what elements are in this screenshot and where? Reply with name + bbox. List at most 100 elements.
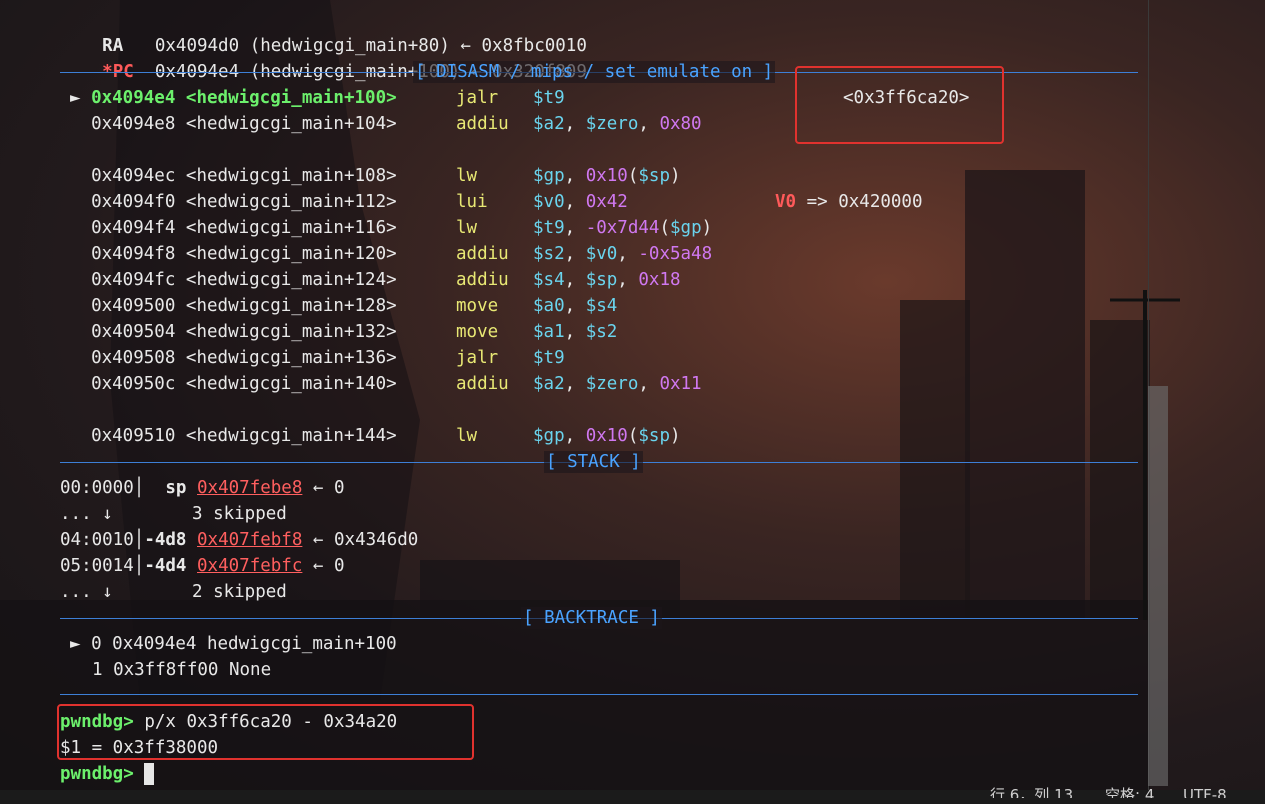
operand: ( — [659, 218, 670, 238]
operand: -0x5a48 — [638, 244, 713, 264]
operand: ) — [701, 218, 713, 238]
instruction-symbol: <hedwigcgi_main+100> — [185, 88, 397, 108]
console-input-line[interactable]: pwndbg> — [60, 761, 155, 787]
operand: 0x80 — [659, 114, 702, 134]
instruction-mnemonic: addiu — [456, 244, 509, 264]
instruction-mnemonic: addiu — [456, 374, 509, 394]
instruction-symbol: <hedwigcgi_main+128> — [185, 296, 397, 316]
stack-row: ... ↓ 2 skipped — [60, 579, 287, 605]
annotation-register: V0 — [775, 192, 797, 212]
disasm-row: 0x4094f4 <hedwigcgi_main+116> lw $t9, -0x7… — [70, 215, 712, 241]
instruction-mnemonic: lw — [456, 426, 478, 446]
instruction-address: 0x409510 — [91, 426, 176, 446]
arrow-icon: ← — [312, 530, 324, 550]
instruction-operands: $t9 — [533, 85, 565, 111]
stack-offset: sp — [144, 478, 187, 498]
operand: , — [638, 114, 660, 134]
arrow-icon: ← — [312, 478, 324, 498]
section-title-disasm: [ DISASM / mips / set emulate on ] — [413, 61, 776, 83]
current-instruction-icon — [70, 296, 91, 316]
skip-text: 3 skipped — [192, 504, 287, 524]
skip-marker: ... ↓ — [60, 582, 113, 602]
stack-offset: -4d4 — [144, 556, 187, 576]
operand: $zero — [585, 114, 639, 134]
current-instruction-icon — [70, 322, 91, 342]
instruction-operands: $s2, $v0, -0x5a48 — [533, 241, 712, 267]
disasm-row: 0x409500 <hedwigcgi_main+128> move $a0, $s… — [70, 293, 617, 319]
instruction-symbol: <hedwigcgi_main+144> — [185, 426, 397, 446]
operand: $t9 — [533, 88, 565, 108]
operand: $v0 — [585, 244, 618, 264]
current-instruction-icon — [70, 348, 91, 368]
instruction-mnemonic: addiu — [456, 114, 509, 134]
separator-bottom — [60, 694, 1138, 695]
instruction-symbol: <hedwigcgi_main+140> — [185, 374, 397, 394]
operand: , — [564, 426, 586, 446]
instruction-mnemonic: lw — [456, 218, 478, 238]
operand: 0x42 — [585, 192, 628, 212]
status-encoding[interactable]: UTF-8 — [1183, 784, 1227, 798]
instruction-address: 0x4094f4 — [91, 218, 176, 238]
instruction-symbol: <hedwigcgi_main+116> — [185, 218, 397, 238]
current-instruction-icon: ► — [70, 88, 92, 108]
stack-value: 0x4346d0 — [334, 530, 419, 550]
instruction-operands: $v0, 0x42 — [533, 189, 628, 215]
skip-text: 2 skipped — [192, 582, 287, 602]
instruction-symbol: <hedwigcgi_main+108> — [185, 166, 397, 186]
operand: -0x7d44 — [585, 218, 660, 238]
instruction-address: 0x40950c — [91, 374, 176, 394]
instruction-operands: $s4, $sp, 0x18 — [533, 267, 681, 293]
operand: ) — [670, 166, 681, 186]
disasm-row: 0x4094e8 <hedwigcgi_main+104> addiu $a2, $… — [70, 111, 702, 137]
status-bar: 行 6，列 13 空格: 4 UTF-8 — [0, 786, 1265, 804]
current-instruction-icon — [70, 426, 91, 446]
instruction-mnemonic: move — [456, 296, 499, 316]
arrow-icon: ← — [312, 556, 324, 576]
operand: $s4 — [533, 270, 565, 290]
backtrace-row: ► 0 0x4094e4 hedwigcgi_main+100 — [70, 631, 397, 657]
operand: , — [564, 374, 586, 394]
status-line-col[interactable]: 行 6，列 13 — [990, 784, 1073, 798]
current-instruction-icon — [70, 270, 91, 290]
instruction-operands: $t9, -0x7d44($gp) — [533, 215, 712, 241]
operand: , — [617, 270, 639, 290]
stack-address: 0x407febe8 — [197, 478, 303, 498]
prompt: pwndbg> — [60, 764, 134, 784]
disasm-row: 0x409508 <hedwigcgi_main+136> jalr $t9 — [70, 345, 565, 371]
operand: $s2 — [585, 322, 618, 342]
instruction-operands: $gp, 0x10($sp) — [533, 163, 681, 189]
instruction-symbol: <hedwigcgi_main+120> — [185, 244, 397, 264]
instruction-mnemonic: jalr — [456, 348, 499, 368]
stack-row: 04:0010│-4d8 0x407febf8 ← 0x4346d0 — [60, 527, 418, 553]
instruction-address: 0x409508 — [91, 348, 176, 368]
operand: ) — [670, 426, 681, 446]
instruction-symbol: <hedwigcgi_main+124> — [185, 270, 397, 290]
status-indentation[interactable]: 空格: 4 — [1105, 784, 1154, 798]
highlight-box-command — [57, 704, 474, 760]
terminal[interactable]: RA 0x4094d0 (hedwigcgi_main+80) ← 0x8fbc… — [0, 0, 1150, 790]
register-row-ra: RA 0x4094d0 (hedwigcgi_main+80) ← 0x8fbc… — [60, 7, 587, 56]
instruction-address: 0x4094e4 — [91, 88, 176, 108]
section-title-backtrace: [ BACKTRACE ] — [521, 607, 662, 629]
stack-value: 0 — [334, 478, 345, 498]
disasm-row: 0x4094f0 <hedwigcgi_main+112> lui $v0, 0x4… — [70, 189, 922, 215]
instruction-operands: $t9 — [533, 345, 565, 371]
operand: , — [564, 244, 586, 264]
operand: , — [564, 218, 586, 238]
disasm-row: 0x409510 <hedwigcgi_main+144> lw $gp, 0x10… — [70, 423, 680, 449]
instruction-address: 0x4094f8 — [91, 244, 176, 264]
stack-index: 04:0010 — [60, 530, 134, 550]
disasm-row: 0x4094fc <hedwigcgi_main+124> addiu $s4, $… — [70, 267, 680, 293]
scrollbar-thumb[interactable] — [1148, 386, 1168, 786]
operand: , — [564, 270, 586, 290]
instruction-operands: $a0, $s4 — [533, 293, 617, 319]
stack-row: 00:0000│ sp 0x407febe8 ← 0 — [60, 475, 345, 501]
backtrace-row: 1 0x3ff8ff00 None — [92, 657, 271, 683]
instruction-address: 0x4094ec — [91, 166, 176, 186]
instruction-mnemonic: move — [456, 322, 499, 342]
stack-index: 00:0000 — [60, 478, 134, 498]
operand: $t9 — [533, 218, 565, 238]
backtrace-text: 0 0x4094e4 hedwigcgi_main+100 — [91, 634, 397, 654]
emulation-annotation: V0 => 0x420000 — [775, 189, 923, 215]
stack-offset: -4d8 — [144, 530, 187, 550]
